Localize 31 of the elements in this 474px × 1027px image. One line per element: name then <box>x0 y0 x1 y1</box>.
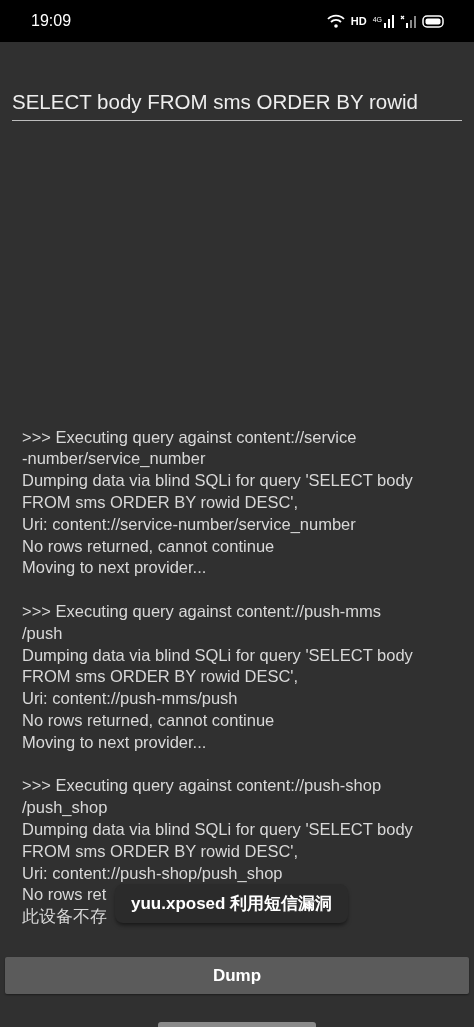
log-line: >>> Executing query against content://push-shop <box>22 775 382 797</box>
log-line: FROM sms ORDER BY rowid DESC', <box>22 492 299 514</box>
log-line: Dumping data via blind SQLi for query 'SELECT body <box>22 644 413 666</box>
log-line: Uri: content://push-mms/push <box>22 688 238 710</box>
log-line: No rows returned, cannot continue <box>22 710 275 732</box>
gesture-bar[interactable] <box>158 1022 316 1027</box>
log-line: No rows returned, cannot continue <box>22 535 275 557</box>
log-line: -number/service_number <box>22 448 206 470</box>
log-line: No rows ret <box>22 884 107 906</box>
log-line: /push_shop <box>22 797 108 819</box>
log-line: 此设备不存 <box>22 906 107 928</box>
log-line: Uri: content://push-shop/push_shop <box>22 862 283 884</box>
no-signal-icon <box>400 14 416 28</box>
log-line: FROM sms ORDER BY rowid DESC', <box>22 666 299 688</box>
hd-label: HD <box>350 15 367 27</box>
query-field[interactable]: SELECT body FROM sms ORDER BY rowid <box>12 90 462 121</box>
log-line: Moving to next provider... <box>22 557 207 579</box>
log-line: Dumping data via blind SQLi for query 'SELECT body <box>22 819 413 840</box>
log-line: >>> Executing query against content://push-mms <box>22 601 382 623</box>
wifi-icon <box>326 14 345 28</box>
log-line: Uri: content://service-number/service_number <box>22 513 356 535</box>
signal-icon <box>384 14 394 28</box>
log-line: FROM sms ORDER BY rowid DESC', <box>22 840 299 862</box>
clock-time: 19:09 <box>31 12 72 30</box>
log-line: Dumping data via blind SQLi for query 'SELECT body <box>22 470 413 492</box>
log-line: /push <box>22 622 63 644</box>
battery-icon <box>422 14 444 28</box>
dump-button[interactable]: Dump <box>5 957 469 994</box>
log-line: >>> Executing query against content://service <box>22 426 357 448</box>
log-line: Moving to next provider... <box>22 731 207 753</box>
toast-message: yuu.xposed 利用短信漏洞 <box>115 884 349 923</box>
